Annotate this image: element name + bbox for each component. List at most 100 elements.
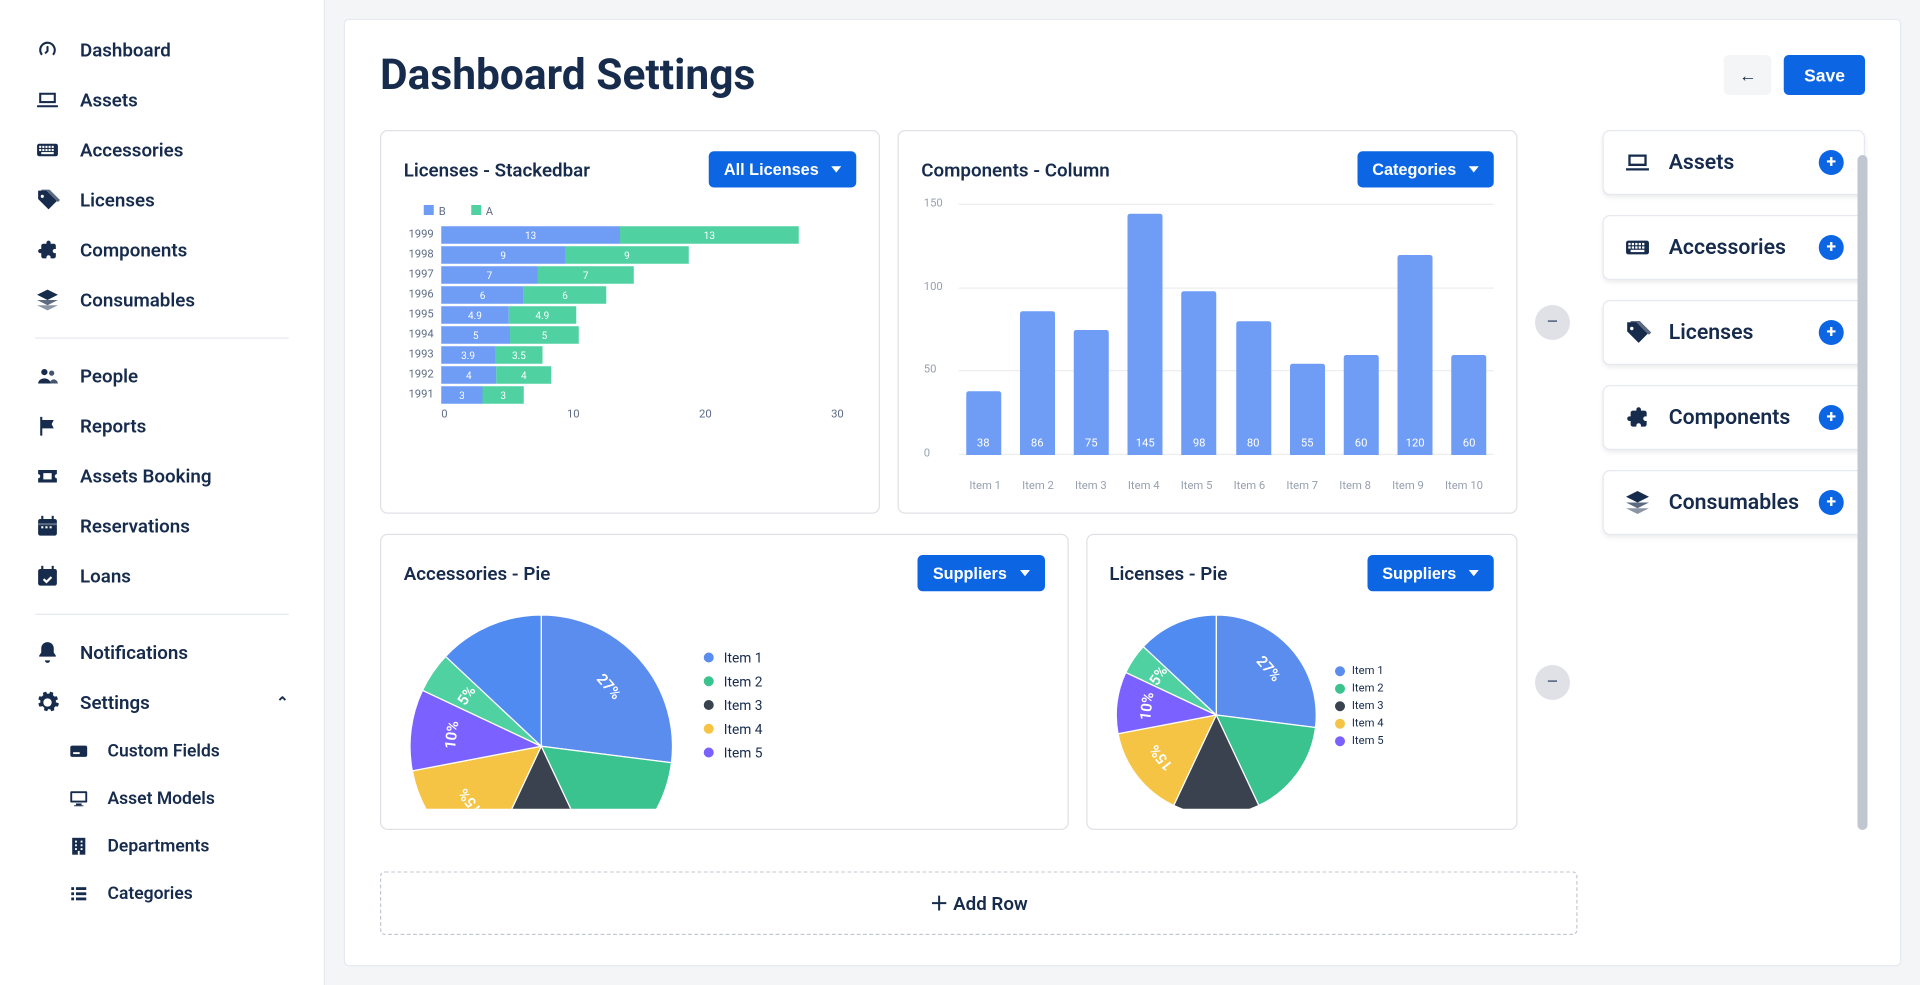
sidebar-item-loans[interactable]: Loans [0, 551, 324, 601]
chart-bar-row: 199133 [404, 386, 857, 404]
sidebar-item-people[interactable]: People [0, 351, 324, 401]
palette-item-consumables[interactable]: Consumables+ [1603, 470, 1866, 535]
sidebar-subitem-departments[interactable]: Departments [0, 823, 324, 871]
chart-bar-row: 199666 [404, 286, 857, 304]
widget-accessories-pie[interactable]: Accessories - Pie Suppliers 27%15%10%5% … [380, 534, 1068, 830]
sidebar-item-settings[interactable]: Settings ⌃ [0, 678, 324, 728]
chart-bar-row: 199777 [404, 266, 857, 284]
sidebar-subitem-custom-fields[interactable]: Custom Fields [0, 728, 324, 776]
chart-bar-row: 19954.94.9 [404, 306, 857, 324]
add-row-button[interactable]: ＋ Add Row [380, 871, 1578, 935]
page-header: Dashboard Settings ← Save [380, 50, 1865, 100]
widget-row: Accessories - Pie Suppliers 27%15%10%5% … [380, 534, 1570, 830]
sidebar-item-accessories[interactable]: Accessories [0, 125, 324, 175]
legend-item: Item 2 [1334, 683, 1383, 696]
chevron-down-icon [1469, 570, 1479, 576]
gear-icon [35, 690, 60, 715]
chart-bar: 120 [1398, 255, 1433, 455]
sidebar-item-notifications[interactable]: Notifications [0, 628, 324, 678]
axis-label: Item 5 [1181, 480, 1213, 493]
legend-item: Item 1 [1334, 665, 1383, 678]
building-icon [68, 835, 91, 858]
chevron-down-icon [1019, 570, 1029, 576]
scrollbar[interactable] [1858, 155, 1868, 830]
widget-filter-dropdown[interactable]: Categories [1357, 151, 1494, 187]
sidebar-item-reports[interactable]: Reports [0, 401, 324, 451]
sidebar-item-label: Licenses [80, 189, 155, 212]
sidebar-item-label: Assets [80, 89, 138, 112]
widget-licenses-pie[interactable]: Licenses - Pie Suppliers 27%15%10%5% Ite… [1086, 534, 1518, 830]
chart-bar-row: 19933.93.5 [404, 346, 857, 364]
axis-label: Item 1 [969, 480, 1001, 493]
bell-icon [35, 640, 60, 665]
legend-item: Item 4 [1334, 718, 1383, 731]
widget-filter-dropdown[interactable]: Suppliers [918, 555, 1045, 591]
legend-item: Item 2 [704, 673, 763, 689]
sidebar-item-components[interactable]: Components [0, 225, 324, 275]
sidebar-item-assets-booking[interactable]: Assets Booking [0, 451, 324, 501]
back-button[interactable]: ← [1724, 55, 1772, 95]
svg-text:10%: 10% [1135, 691, 1156, 721]
sidebar-item-dashboard[interactable]: Dashboard [0, 25, 324, 75]
chart-bar-row: 19991313 [404, 226, 857, 244]
sidebar-subitem-asset-models[interactable]: Asset Models [0, 775, 324, 823]
dashboard-canvas: Licenses - Stackedbar All Licenses BA 19… [380, 130, 1578, 935]
widget-filter-dropdown[interactable]: All Licenses [709, 151, 856, 187]
keyboard-icon [1624, 234, 1652, 262]
sidebar-item-label: Consumables [80, 289, 195, 312]
sidebar-item-reservations[interactable]: Reservations [0, 501, 324, 551]
remove-row-button[interactable]: − [1535, 304, 1570, 339]
widget-title: Components - Column [921, 158, 1109, 181]
axis-label: Item 6 [1234, 480, 1266, 493]
tag-icon [35, 188, 60, 213]
sidebar-item-label: Settings [80, 691, 150, 714]
page-title: Dashboard Settings [380, 50, 755, 100]
laptop-icon [35, 88, 60, 113]
chart-bar: 38 [966, 392, 1001, 455]
sidebar-item-label: Assets Booking [80, 465, 212, 488]
puzzle-icon [35, 238, 60, 263]
widget-filter-dropdown[interactable]: Suppliers [1367, 555, 1494, 591]
sidebar-subitem-categories[interactable]: Categories [0, 870, 324, 918]
chart-bar: 60 [1344, 355, 1379, 455]
widget-palette: Assets + Accessories+ Licenses+ Components+ C… [1603, 130, 1866, 935]
sidebar-item-consumables[interactable]: Consumables [0, 275, 324, 325]
sidebar-item-licenses[interactable]: Licenses [0, 175, 324, 225]
puzzle-icon [1624, 404, 1652, 432]
pie-chart: 27%15%10%5% Item 1Item 2Item 3Item 4Item… [1109, 609, 1493, 809]
save-button[interactable]: Save [1784, 55, 1865, 95]
widget-title: Licenses - Pie [1109, 562, 1227, 585]
chevron-up-icon: ⌃ [276, 694, 289, 712]
list-icon [68, 883, 91, 906]
chevron-down-icon [831, 166, 841, 172]
palette-item-label: Assets [1669, 150, 1735, 175]
widget-row: Licenses - Stackedbar All Licenses BA 19… [380, 130, 1570, 514]
palette-item-assets[interactable]: Assets + [1603, 130, 1866, 195]
axis-label: Item 2 [1022, 480, 1054, 493]
sidebar-item-label: Accessories [80, 139, 183, 162]
plus-icon: + [1819, 150, 1844, 175]
legend-item: Item 4 [704, 721, 763, 737]
sidebar-item-label: Loans [80, 565, 131, 588]
widget-licenses-stackedbar[interactable]: Licenses - Stackedbar All Licenses BA 19… [380, 130, 880, 514]
remove-row-button[interactable]: − [1535, 664, 1570, 699]
legend-item: Item 5 [704, 744, 763, 760]
palette-item-accessories[interactable]: Accessories+ [1603, 215, 1866, 280]
palette-item-components[interactable]: Components+ [1603, 385, 1866, 450]
chart-bar: 98 [1182, 292, 1217, 455]
sidebar-item-label: Departments [108, 836, 210, 856]
sidebar-item-label: People [80, 365, 138, 388]
palette-item-licenses[interactable]: Licenses+ [1603, 300, 1866, 365]
flag-icon [35, 414, 60, 439]
palette-item-label: Licenses [1669, 320, 1754, 345]
legend-item: Item 5 [1334, 735, 1383, 748]
chart-bar: 75 [1074, 330, 1109, 455]
axis-label: Item 8 [1339, 480, 1371, 493]
widget-components-column[interactable]: Components - Column Categories 050100150… [898, 130, 1518, 514]
nav-divider [35, 338, 289, 339]
sidebar-item-label: Dashboard [80, 39, 171, 62]
sidebar-item-assets[interactable]: Assets [0, 75, 324, 125]
chart-bar: 80 [1236, 322, 1271, 455]
sidebar-item-label: Reservations [80, 515, 190, 538]
legend-item: Item 3 [704, 697, 763, 713]
